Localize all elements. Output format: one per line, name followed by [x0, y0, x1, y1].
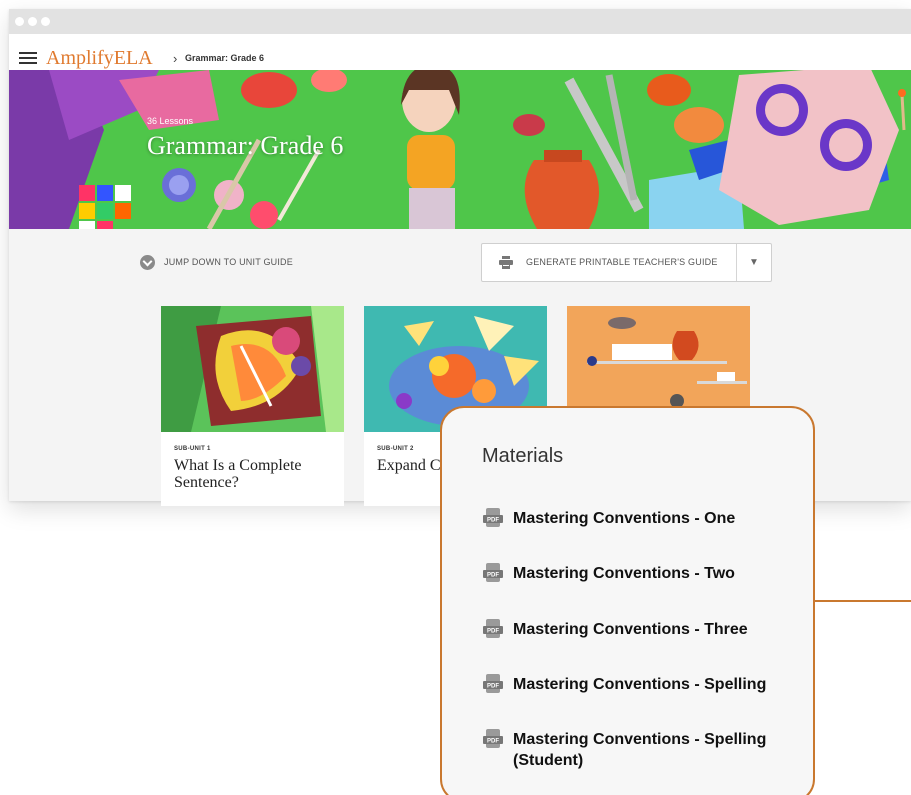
material-link-spelling-student[interactable]: PDF Mastering Conventions - Spelling (St…: [482, 729, 803, 771]
material-link-two[interactable]: PDF Mastering Conventions - Two: [482, 563, 803, 584]
svg-text:PDF: PDF: [487, 573, 499, 579]
printer-icon: [499, 256, 513, 269]
card-title: What Is a Complete Sentence?: [174, 457, 302, 491]
material-link-three[interactable]: PDF Mastering Conventions - Three: [482, 619, 803, 640]
amplify-ela-logo[interactable]: AmplifyELA: [46, 46, 153, 70]
pdf-icon: PDF: [483, 563, 503, 582]
card-1-illustration: [161, 306, 344, 432]
card-sub-label: SUB-UNIT 2: [377, 446, 414, 452]
generate-teachers-guide-button-group: GENERATE PRINTABLE TEACHER'S GUIDE ▼: [481, 243, 772, 282]
breadcrumb-chevron-icon: ›: [173, 51, 178, 66]
maximize-dot[interactable]: [41, 17, 50, 26]
window-titlebar: [9, 9, 911, 34]
pdf-icon: PDF: [483, 729, 503, 748]
close-dot[interactable]: [15, 17, 24, 26]
hamburger-menu-icon[interactable]: [19, 52, 37, 64]
dropdown-caret-icon[interactable]: ▼: [737, 244, 771, 281]
jump-to-unit-guide-link[interactable]: JUMP DOWN TO UNIT GUIDE: [140, 254, 293, 270]
material-label: Mastering Conventions - Spelling (Studen…: [513, 731, 767, 769]
hero-illustration: [9, 70, 911, 229]
material-label: Mastering Conventions - Spelling: [513, 676, 767, 693]
generate-label: GENERATE PRINTABLE TEACHER'S GUIDE: [526, 257, 718, 267]
sub-unit-card-1[interactable]: SUB-UNIT 1 What Is a Complete Sentence?: [161, 306, 344, 506]
card-sub-label: SUB-UNIT 1: [174, 446, 211, 452]
svg-text:PDF: PDF: [487, 518, 499, 524]
minimize-dot[interactable]: [28, 17, 37, 26]
materials-title: Materials: [482, 445, 564, 467]
chevron-down-circle-icon: [140, 254, 155, 270]
pdf-icon: PDF: [483, 508, 503, 527]
hero-banner: 36 Lessons Grammar: Grade 6: [9, 70, 911, 229]
material-label: Mastering Conventions - Two: [513, 565, 735, 582]
page-title: Grammar: Grade 6: [147, 131, 344, 160]
lessons-count: 36 Lessons: [147, 116, 194, 126]
callout-connector-line: [813, 600, 911, 602]
svg-text:PDF: PDF: [487, 629, 499, 635]
materials-popup: Materials PDF Mastering Conventions - On…: [440, 406, 815, 795]
material-label: Mastering Conventions - One: [513, 510, 736, 527]
svg-text:PDF: PDF: [487, 684, 499, 690]
material-link-spelling[interactable]: PDF Mastering Conventions - Spelling: [482, 674, 803, 695]
material-link-one[interactable]: PDF Mastering Conventions - One: [482, 508, 803, 529]
top-navbar: AmplifyELA › Grammar: Grade 6: [9, 34, 911, 70]
pdf-icon: PDF: [483, 619, 503, 638]
breadcrumb-current[interactable]: Grammar: Grade 6: [185, 53, 264, 63]
material-label: Mastering Conventions - Three: [513, 621, 748, 638]
generate-teachers-guide-button[interactable]: GENERATE PRINTABLE TEACHER'S GUIDE: [482, 244, 736, 281]
jump-label: JUMP DOWN TO UNIT GUIDE: [164, 257, 293, 267]
svg-text:PDF: PDF: [487, 739, 499, 745]
pdf-icon: PDF: [483, 674, 503, 693]
